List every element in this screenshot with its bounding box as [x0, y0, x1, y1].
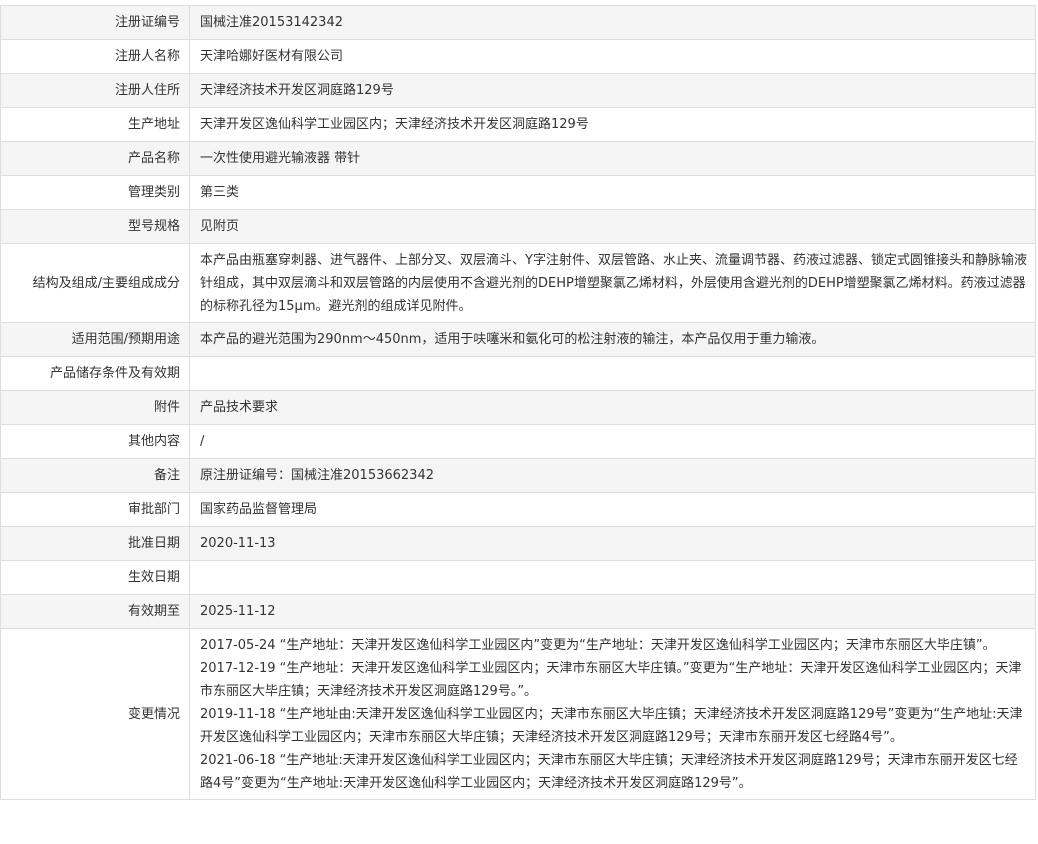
field-label: 型号规格: [0, 209, 190, 244]
field-value: 本产品由瓶塞穿刺器、进气器件、上部分叉、双层滴斗、Y字注射件、双层管路、水止夹、…: [189, 243, 1036, 323]
field-value: 国家药品监督管理局: [189, 492, 1036, 527]
field-value: 见附页: [189, 209, 1036, 244]
table-row: 生效日期: [0, 560, 1036, 595]
field-label: 批准日期: [0, 526, 190, 561]
field-value: /: [189, 424, 1036, 459]
table-row: 注册人名称 天津哈娜好医材有限公司: [0, 39, 1036, 74]
change-entry: 2021-06-18 “生产地址:天津开发区逸仙科学工业园区内；天津市东丽区大毕…: [200, 753, 1018, 791]
change-entry: 2019-11-18 “生产地址由:天津开发区逸仙科学工业园区内；天津市东丽区大…: [200, 707, 1023, 745]
field-label: 生产地址: [0, 107, 190, 142]
table-row: 变更情况 2017-05-24 “生产地址：天津开发区逸仙科学工业园区内”变更为…: [0, 628, 1036, 800]
field-value: [189, 560, 1036, 595]
change-history: 2017-05-24 “生产地址：天津开发区逸仙科学工业园区内”变更为“生产地址…: [189, 628, 1036, 800]
field-value: 原注册证编号：国械注准20153662342: [189, 458, 1036, 493]
change-entry: 2017-12-19 “生产地址：天津开发区逸仙科学工业园区内；天津市东丽区大毕…: [200, 661, 1022, 699]
field-value: 本产品的避光范围为290nm～450nm，适用于呋噻米和氨化可的松注射液的输注，…: [189, 322, 1036, 357]
table-row: 审批部门 国家药品监督管理局: [0, 492, 1036, 527]
field-label: 附件: [0, 390, 190, 425]
field-value: 天津经济技术开发区洞庭路129号: [189, 73, 1036, 108]
field-label: 产品名称: [0, 141, 190, 176]
field-label: 生效日期: [0, 560, 190, 595]
field-value: 第三类: [189, 175, 1036, 210]
field-value: 天津哈娜好医材有限公司: [189, 39, 1036, 74]
field-label: 其他内容: [0, 424, 190, 459]
table-row: 其他内容 /: [0, 424, 1036, 459]
field-value: 2025-11-12: [189, 594, 1036, 629]
field-label: 产品储存条件及有效期: [0, 356, 190, 391]
table-row: 管理类别 第三类: [0, 175, 1036, 210]
table-row: 附件 产品技术要求: [0, 390, 1036, 425]
table-row: 适用范围/预期用途 本产品的避光范围为290nm～450nm，适用于呋噻米和氨化…: [0, 322, 1036, 357]
field-value: 天津开发区逸仙科学工业园区内；天津经济技术开发区洞庭路129号: [189, 107, 1036, 142]
table-row: 生产地址 天津开发区逸仙科学工业园区内；天津经济技术开发区洞庭路129号: [0, 107, 1036, 142]
field-label: 变更情况: [0, 628, 190, 800]
field-label: 管理类别: [0, 175, 190, 210]
registration-detail-table: 注册证编号 国械注准20153142342 注册人名称 天津哈娜好医材有限公司 …: [0, 5, 1036, 800]
change-entry: 2017-05-24 “生产地址：天津开发区逸仙科学工业园区内”变更为“生产地址…: [200, 638, 996, 653]
table-row: 注册人住所 天津经济技术开发区洞庭路129号: [0, 73, 1036, 108]
field-value: 国械注准20153142342: [189, 5, 1036, 40]
field-label: 有效期至: [0, 594, 190, 629]
field-label: 注册证编号: [0, 5, 190, 40]
field-label: 注册人住所: [0, 73, 190, 108]
field-label: 适用范围/预期用途: [0, 322, 190, 357]
table-row: 产品名称 一次性使用避光输液器 带针: [0, 141, 1036, 176]
table-row: 结构及组成/主要组成成分 本产品由瓶塞穿刺器、进气器件、上部分叉、双层滴斗、Y字…: [0, 243, 1036, 323]
table-row: 批准日期 2020-11-13: [0, 526, 1036, 561]
field-value: 一次性使用避光输液器 带针: [189, 141, 1036, 176]
field-label: 注册人名称: [0, 39, 190, 74]
table-row: 有效期至 2025-11-12: [0, 594, 1036, 629]
field-value: 产品技术要求: [189, 390, 1036, 425]
field-label: 备注: [0, 458, 190, 493]
field-value: 2020-11-13: [189, 526, 1036, 561]
field-value: [189, 356, 1036, 391]
table-row: 注册证编号 国械注准20153142342: [0, 5, 1036, 40]
field-label: 审批部门: [0, 492, 190, 527]
table-row: 备注 原注册证编号：国械注准20153662342: [0, 458, 1036, 493]
field-label: 结构及组成/主要组成成分: [0, 243, 190, 323]
table-row: 型号规格 见附页: [0, 209, 1036, 244]
table-row: 产品储存条件及有效期: [0, 356, 1036, 391]
